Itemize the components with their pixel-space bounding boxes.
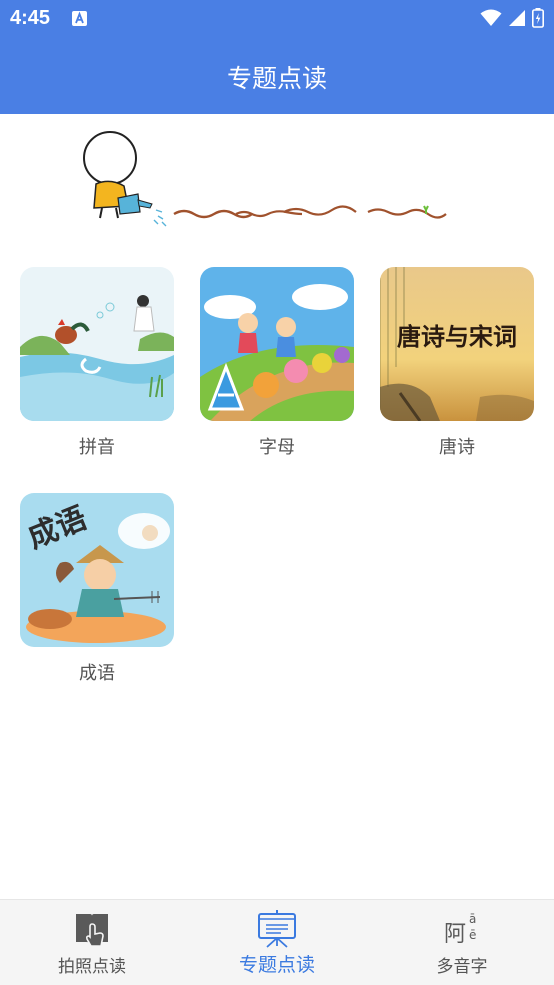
app-bar: 专题点读 <box>0 38 554 114</box>
nav-item-topic-reading[interactable]: 专题点读 <box>185 900 369 985</box>
topic-tile-pinyin[interactable]: 拼音 <box>20 267 174 458</box>
pinyin-character-icon: 阿 ā ē <box>442 910 482 948</box>
tang-poems-image-text: 唐诗与宋词 <box>397 322 517 351</box>
nav-item-polyphonic[interactable]: 阿 ā ē 多音字 <box>370 900 554 985</box>
rooster-stream-image <box>20 267 174 421</box>
topic-tile-letters[interactable]: 字母 <box>200 267 354 458</box>
a-letter-icon <box>72 11 87 26</box>
pinyin-icon-bottom: ē <box>469 928 477 942</box>
pinyin-icon-character: 阿 <box>444 922 467 947</box>
alphabet-children-image <box>200 267 354 421</box>
nav-label: 专题点读 <box>238 954 315 976</box>
page-title: 专题点读 <box>226 64 327 93</box>
presentation-board-icon <box>258 910 296 948</box>
topic-thumb-letters <box>200 267 354 421</box>
signal-icon <box>509 10 525 26</box>
pinyin-icon-top: ā <box>469 912 477 926</box>
wifi-icon <box>480 9 502 26</box>
topic-thumb-idioms: 成语 <box>20 493 174 647</box>
topic-label: 拼音 <box>79 437 115 458</box>
banner-illustration <box>83 131 447 227</box>
system-icons <box>480 8 544 28</box>
topic-thumb-tang-poems: 唐诗与宋词 <box>380 267 534 421</box>
topic-label: 成语 <box>79 663 115 684</box>
nav-label: 拍照点读 <box>58 957 126 977</box>
topic-label: 字母 <box>259 437 295 458</box>
nav-item-photo-reading[interactable]: 拍照点读 <box>0 900 184 985</box>
topic-tile-idioms[interactable]: 成语 成语 <box>20 493 174 684</box>
book-touch-icon <box>76 914 108 947</box>
topic-label: 唐诗 <box>439 437 475 458</box>
status-bar: 4:45 <box>0 0 554 38</box>
topic-thumb-pinyin <box>20 267 174 421</box>
topic-tile-tang-poems[interactable]: 唐诗与宋词 唐诗 <box>380 267 534 458</box>
nav-label: 多音字 <box>436 957 488 977</box>
bottom-navigation: 拍照点读 专题点读 阿 ā ē 多音字 <box>0 899 554 985</box>
status-time: 4:45 <box>10 7 51 29</box>
battery-icon <box>532 8 544 28</box>
